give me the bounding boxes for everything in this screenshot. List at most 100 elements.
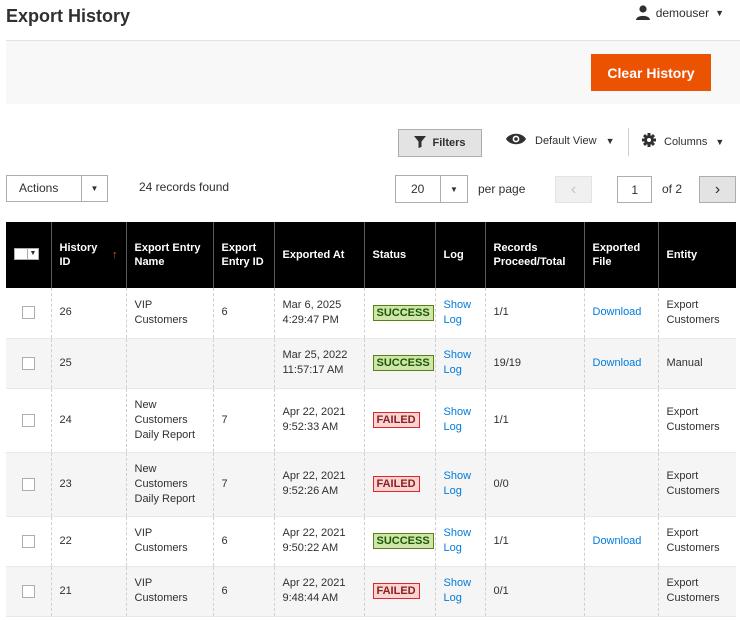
row-checkbox[interactable] [22,356,35,370]
page-title: Export History [6,6,131,26]
col-exported-file[interactable]: Exported File [584,222,659,288]
export-date: Mar 25, 2022 [282,349,348,361]
caret-down-icon: ▼ [605,135,615,146]
log-cell: Show Log [435,388,486,453]
download-link[interactable]: Download [593,305,650,320]
history-id: 24 [51,388,127,453]
actions-dropdown[interactable]: Actions ▼ [6,175,108,202]
columns-control[interactable]: Columns ▼ [642,133,724,150]
status-cell: FAILED [364,388,436,453]
user-menu[interactable]: demouser ▼ [635,5,724,20]
col-entity[interactable]: Entity [658,222,736,288]
exported-at: Apr 22, 2021 9:50:22 AM [274,516,365,567]
row-checkbox[interactable] [22,306,35,320]
records-count-cell: 19/19 [485,338,585,389]
status-cell: SUCCESS [364,516,436,567]
exported-file-cell: Download [584,338,659,389]
entity: Export Customers [658,388,736,453]
table-row: 24 New Customers Daily Report 7 Apr 22, … [6,388,736,453]
show-log-link[interactable]: Log [444,591,477,606]
status-cell: SUCCESS [364,288,436,339]
row-checkbox[interactable] [22,413,35,427]
row-select-cell [6,452,52,517]
entry-id: 6 [213,516,275,567]
clear-history-button[interactable]: Clear History [591,54,711,91]
page-number-input[interactable] [617,176,652,203]
show-log-link[interactable]: Show [444,298,477,313]
row-checkbox[interactable] [22,584,35,598]
previous-page-button[interactable]: ‹ [555,176,592,203]
toolbar-divider [628,128,629,156]
show-log-link[interactable]: Log [444,541,477,556]
filters-button[interactable]: Filters [398,129,482,157]
entry-id: 6 [213,566,275,617]
per-page-dropdown[interactable]: 20 ▼ [395,175,468,203]
show-log-link[interactable]: Log [444,313,477,328]
entry-name: VIP Customers [126,516,214,567]
col-entry-name[interactable]: Export Entry Name [126,222,214,288]
col-records[interactable]: Records Proceed/Total [485,222,585,288]
records-count-cell: 0/1 [485,566,585,617]
exported-file-cell: Download [584,288,659,339]
per-page-label: per page [478,182,526,196]
columns-label: Columns [664,135,708,148]
download-link[interactable]: Download [593,356,650,371]
show-log-link[interactable]: Show [444,576,477,591]
table-row: 22 VIP Customers 6 Apr 22, 2021 9:50:22 A… [6,516,736,567]
entity: Export Customers [658,566,736,617]
row-checkbox[interactable] [22,477,35,491]
export-time: 9:50:22 AM [282,542,339,554]
exported-file-cell [584,388,659,453]
col-history-id[interactable]: History ID ↑ [51,222,127,288]
col-exported-at[interactable]: Exported At [274,222,365,288]
log-cell: Show Log [435,338,486,389]
history-id: 23 [51,452,127,517]
table-header-row: ▼ History ID ↑ Export Entry Name Export E… [6,222,736,288]
col-entry-id[interactable]: Export Entry ID [213,222,275,288]
exported-file-cell: Download [584,516,659,567]
log-cell: Show Log [435,288,486,339]
table-row: 25 Mar 25, 2022 11:57:17 AM SUCCESS Show L… [6,338,736,389]
show-log-link[interactable]: Show [444,469,477,484]
show-log-link[interactable]: Log [444,484,477,499]
entity: Export Customers [658,452,736,517]
entry-name: New Customers Daily Report [126,452,214,517]
row-checkbox[interactable] [22,534,35,548]
eye-icon [506,133,526,148]
col-log[interactable]: Log [435,222,486,288]
status-badge: FAILED [372,412,420,428]
view-switcher[interactable]: Default View ▼ [506,133,614,148]
history-id: 25 [51,338,127,389]
status-badge: FAILED [372,583,420,599]
show-log-link[interactable]: Log [444,420,477,435]
page-actions-bar: Clear History [6,40,740,104]
entry-id: 6 [213,288,275,339]
caret-down-icon: ▼ [81,176,107,201]
show-log-link[interactable]: Show [444,526,477,541]
download-link[interactable]: Download [593,534,650,549]
show-log-link[interactable]: Show [444,348,477,363]
show-log-link[interactable]: Log [444,363,477,378]
mass-select-checkbox[interactable] [15,248,28,259]
mass-select-dropdown[interactable]: ▼ [14,247,39,260]
caret-down-icon: ▼ [715,7,724,18]
row-select-cell [6,566,52,617]
entity: Export Customers [658,288,736,339]
records-count-cell: 1/1 [485,516,585,567]
row-select-cell [6,516,52,567]
exported-file-cell [584,566,659,617]
entry-name [126,338,214,389]
status-cell: SUCCESS [364,338,436,389]
history-id: 22 [51,516,127,567]
status-badge: FAILED [372,476,420,492]
row-select-cell [6,388,52,453]
status-badge: SUCCESS [372,304,434,321]
mass-select-header[interactable]: ▼ [6,222,52,288]
view-label: Default View [535,134,597,147]
username: demouser [655,5,710,20]
col-status[interactable]: Status [364,222,436,288]
show-log-link[interactable]: Show [444,405,477,420]
exported-at: Apr 22, 2021 9:52:26 AM [274,452,365,517]
log-cell: Show Log [435,452,486,517]
next-page-button[interactable]: › [699,176,736,203]
